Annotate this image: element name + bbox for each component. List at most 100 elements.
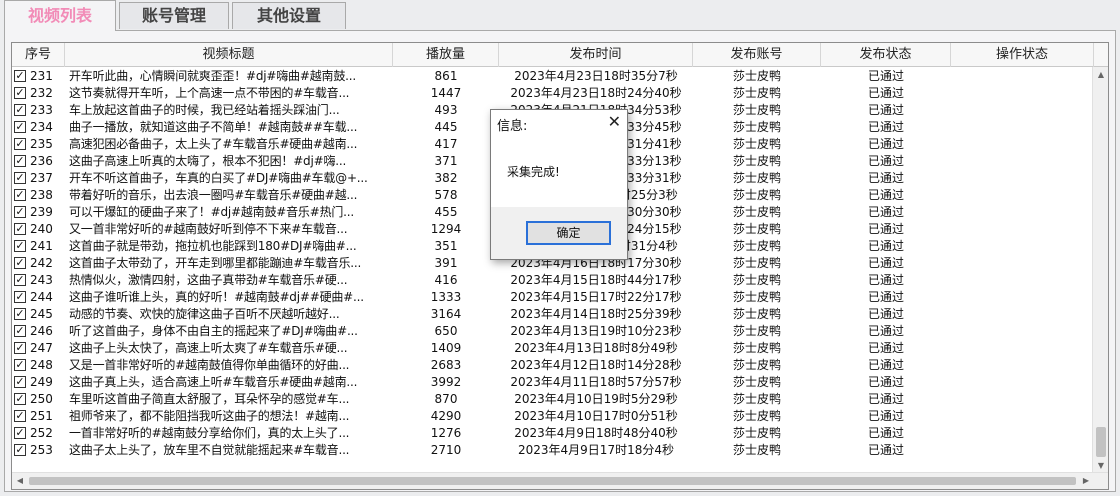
- tab-account-management[interactable]: 账号管理: [119, 2, 229, 29]
- column-header-publish-time[interactable]: 发布时间: [499, 43, 693, 67]
- row-checkbox[interactable]: [14, 358, 26, 371]
- row-checkbox[interactable]: [14, 307, 26, 320]
- row-checkbox[interactable]: [14, 188, 26, 201]
- publish-status-cell: 已通过: [867, 205, 904, 219]
- row-index-cell: 231: [12, 68, 65, 85]
- row-index-cell: 233: [12, 102, 65, 119]
- row-index-cell: 242: [12, 255, 65, 272]
- row-checkbox[interactable]: [14, 205, 26, 218]
- scroll-right-icon[interactable]: ▶: [1078, 473, 1094, 489]
- close-icon[interactable]: ✕: [608, 112, 621, 132]
- account-cell: 莎士皮鸭: [732, 375, 781, 389]
- table-row[interactable]: 243 热情似火，激情四射，这曲子真带劲#车载音乐#硬... 416 2023年4月1…: [12, 272, 1094, 289]
- row-checkbox[interactable]: [14, 290, 26, 303]
- publish-time-cell: 2023年4月15日17时22分17秒: [510, 290, 682, 304]
- horizontal-scrollbar[interactable]: ◀ ▶: [12, 472, 1108, 489]
- publish-time-cell: 2023年4月15日18时44分17秒: [510, 273, 682, 287]
- row-index: 247: [30, 341, 53, 355]
- row-index: 231: [30, 69, 53, 83]
- scroll-up-icon[interactable]: ▲: [1093, 67, 1108, 83]
- table-row[interactable]: 249 这曲子真上头，适合高速上听#车载音乐#硬曲#越南... 3992 2023年4…: [12, 374, 1094, 391]
- row-index: 234: [30, 120, 53, 134]
- views-cell: 391: [434, 256, 458, 270]
- column-header-publish-status[interactable]: 发布状态: [821, 43, 951, 67]
- views-cell: 1294: [430, 222, 462, 236]
- row-checkbox[interactable]: [14, 69, 26, 82]
- column-header-title[interactable]: 视频标题: [65, 43, 393, 67]
- views-cell: 861: [434, 69, 458, 83]
- row-index-cell: 243: [12, 272, 65, 289]
- publish-status-cell: 已通过: [867, 188, 904, 202]
- operation-status-cell: [951, 255, 1094, 272]
- table-row[interactable]: 247 这曲子上头太快了，高速上听太爽了#车载音乐#硬... 1409 2023年4月…: [12, 340, 1094, 357]
- row-checkbox[interactable]: [14, 443, 26, 456]
- row-checkbox[interactable]: [14, 154, 26, 167]
- row-index-cell: 237: [12, 170, 65, 187]
- publish-status-cell: 已通过: [867, 137, 904, 151]
- row-index: 250: [30, 392, 53, 406]
- table-row[interactable]: 253 这曲子太上头了，放车里不自觉就能摇起来#车载音... 2710 2023年4月…: [12, 442, 1094, 459]
- column-header-account[interactable]: 发布账号: [693, 43, 821, 67]
- publish-time-cell: 2023年4月10日19时5分29秒: [514, 392, 678, 406]
- row-index-cell: 251: [12, 408, 65, 425]
- account-cell: 莎士皮鸭: [732, 239, 781, 253]
- operation-status-cell: [951, 187, 1094, 204]
- row-checkbox[interactable]: [14, 324, 26, 337]
- row-checkbox[interactable]: [14, 103, 26, 116]
- row-index-cell: 245: [12, 306, 65, 323]
- row-checkbox[interactable]: [14, 137, 26, 150]
- column-header-operation-status[interactable]: 操作状态: [951, 43, 1094, 67]
- row-checkbox[interactable]: [14, 120, 26, 133]
- table-row[interactable]: 231 开车听此曲，心情瞬间就爽歪歪！#dj#嗨曲#越南鼓... 861 2023年4…: [12, 68, 1094, 85]
- row-index: 245: [30, 307, 53, 321]
- publish-status-cell: 已通过: [867, 120, 904, 134]
- account-cell: 莎士皮鸭: [732, 205, 781, 219]
- row-checkbox[interactable]: [14, 86, 26, 99]
- row-index-cell: 236: [12, 153, 65, 170]
- tab-panel: 序号 视频标题 播放量 发布时间 发布账号 发布状态 操作状态 231 开车听此曲…: [4, 30, 1116, 492]
- views-cell: 416: [434, 273, 458, 287]
- row-checkbox[interactable]: [14, 392, 26, 405]
- row-index-cell: 247: [12, 340, 65, 357]
- views-cell: 1276: [430, 426, 462, 440]
- account-cell: 莎士皮鸭: [732, 409, 781, 423]
- row-checkbox[interactable]: [14, 222, 26, 235]
- row-checkbox[interactable]: [14, 256, 26, 269]
- table-row[interactable]: 232 这节奏就得开车听，上个高速一点不带困的#车载音... 1447 2023年4月…: [12, 85, 1094, 102]
- ok-button[interactable]: 确定: [526, 221, 611, 245]
- row-index: 240: [30, 222, 53, 236]
- row-index: 246: [30, 324, 53, 338]
- operation-status-cell: [951, 391, 1094, 408]
- table-row[interactable]: 252 一首非常好听的#越南鼓分享给你们，真的太上头了... 1276 2023年4月…: [12, 425, 1094, 442]
- table-row[interactable]: 250 车里听这首曲子简直太舒服了，耳朵怀孕的感觉#车... 870 2023年4月1…: [12, 391, 1094, 408]
- horizontal-scroll-thumb[interactable]: [29, 477, 1076, 485]
- video-title-cell: 这曲子太上头了，放车里不自觉就能摇起来#车载音...: [69, 443, 350, 457]
- scroll-left-icon[interactable]: ◀: [12, 473, 28, 489]
- table-row[interactable]: 244 这曲子谁听谁上头，真的好听！#越南鼓#dj##硬曲#... 1333 2023…: [12, 289, 1094, 306]
- row-checkbox[interactable]: [14, 273, 26, 286]
- operation-status-cell: [951, 170, 1094, 187]
- column-header-index[interactable]: 序号: [12, 43, 65, 67]
- column-header-views[interactable]: 播放量: [393, 43, 499, 67]
- table-row[interactable]: 246 听了这首曲子，身体不由自主的摇起来了#DJ#嗨曲#... 650 2023年4…: [12, 323, 1094, 340]
- row-checkbox[interactable]: [14, 171, 26, 184]
- row-checkbox[interactable]: [14, 426, 26, 439]
- table-row[interactable]: 251 祖师爷来了，都不能阻挡我听这曲子的想法！#越南... 4290 2023年4月…: [12, 408, 1094, 425]
- vertical-scrollbar[interactable]: ▲ ▼: [1092, 67, 1108, 474]
- row-checkbox[interactable]: [14, 239, 26, 252]
- publish-time-cell: 2023年4月23日18时35分7秒: [514, 69, 678, 83]
- table-row[interactable]: 248 又是一首非常好听的#越南鼓值得你单曲循环的好曲... 2683 2023年4月…: [12, 357, 1094, 374]
- row-index-cell: 250: [12, 391, 65, 408]
- views-cell: 2683: [430, 358, 462, 372]
- tab-video-list[interactable]: 视频列表: [4, 0, 116, 31]
- tab-other-settings[interactable]: 其他设置: [232, 2, 346, 29]
- account-cell: 莎士皮鸭: [732, 307, 781, 321]
- table-row[interactable]: 245 动感的节奏、欢快的旋律这曲子百听不厌越听越好... 3164 2023年4月1…: [12, 306, 1094, 323]
- views-cell: 493: [434, 103, 458, 117]
- vertical-scroll-thumb[interactable]: [1096, 427, 1106, 457]
- row-index: 239: [30, 205, 53, 219]
- row-checkbox[interactable]: [14, 341, 26, 354]
- row-checkbox[interactable]: [14, 375, 26, 388]
- row-checkbox[interactable]: [14, 409, 26, 422]
- views-cell: 382: [434, 171, 458, 185]
